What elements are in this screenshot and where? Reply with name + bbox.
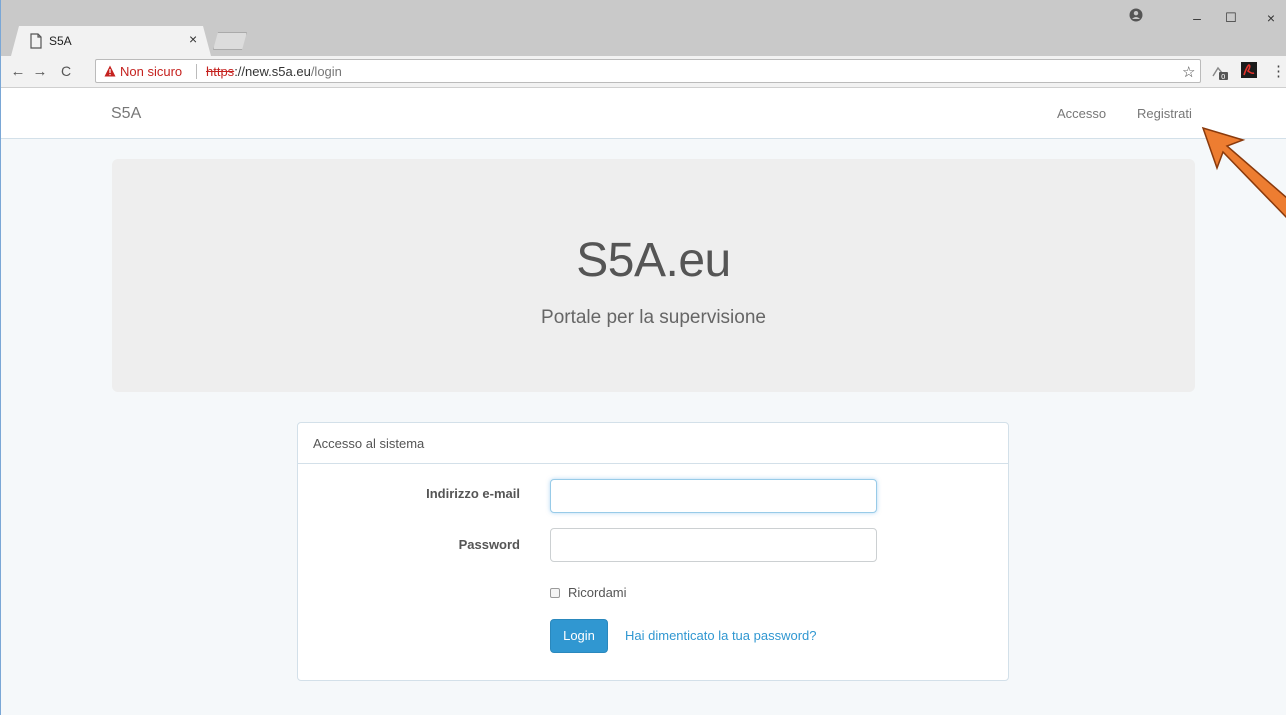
page-icon xyxy=(30,33,42,49)
nav-link-registrati[interactable]: Registrati xyxy=(1137,106,1192,121)
nav-link-accesso[interactable]: Accesso xyxy=(1057,106,1106,121)
extension-icon[interactable]: 0 xyxy=(1211,64,1229,80)
new-tab-button[interactable] xyxy=(213,32,247,50)
url-path: /login xyxy=(310,64,342,79)
maximize-button[interactable]: ☐ xyxy=(1221,10,1241,26)
acrobat-icon xyxy=(1243,64,1255,76)
site-navbar: S5A Accesso Registrati xyxy=(1,89,1286,139)
forward-button[interactable]: → xyxy=(31,63,49,80)
panel-title: Accesso al sistema xyxy=(313,436,425,451)
annotation-arrow-icon xyxy=(1201,126,1286,218)
address-separator xyxy=(196,64,197,79)
login-panel: Accesso al sistema Indirizzo e-mail Pass… xyxy=(297,422,1009,681)
tab-close-icon[interactable]: × xyxy=(189,31,197,47)
tab-strip: S5A × – ☐ × xyxy=(1,0,1286,56)
url-scheme: https xyxy=(206,64,235,79)
profile-icon[interactable] xyxy=(1129,8,1143,22)
remember-checkbox[interactable] xyxy=(550,588,560,598)
brand-link[interactable]: S5A xyxy=(111,105,141,123)
warning-icon xyxy=(104,65,116,77)
panel-heading: Accesso al sistema xyxy=(298,423,1008,464)
web-page: S5A Accesso Registrati S5A.eu Portale pe… xyxy=(1,89,1286,715)
browser-toolbar: ← → C Non sicuro https://new.s5a.eu/logi… xyxy=(1,56,1286,88)
reload-button[interactable]: C xyxy=(57,63,75,79)
password-label: Password xyxy=(458,537,520,552)
url-text[interactable]: https://new.s5a.eu/login xyxy=(206,64,342,79)
security-status[interactable]: Non sicuro xyxy=(120,64,182,79)
pdf-extension-icon[interactable] xyxy=(1241,62,1257,78)
bookmark-star-icon[interactable]: ☆ xyxy=(1182,63,1195,81)
back-button[interactable]: ← xyxy=(9,63,27,80)
login-button[interactable]: Login xyxy=(550,619,608,653)
address-bar[interactable]: Non sicuro https://new.s5a.eu/login ☆ xyxy=(95,59,1201,83)
email-field[interactable] xyxy=(550,479,877,513)
tab-title: S5A xyxy=(49,34,72,48)
url-host: ://new.s5a.eu xyxy=(234,64,311,79)
jumbotron-title: S5A.eu xyxy=(576,234,731,287)
forgot-password-link[interactable]: Hai dimenticato la tua password? xyxy=(625,628,817,643)
password-field[interactable] xyxy=(550,528,877,562)
email-label: Indirizzo e-mail xyxy=(426,486,520,501)
jumbotron: S5A.eu Portale per la supervisione xyxy=(112,159,1195,392)
browser-menu-icon[interactable]: ⋮ xyxy=(1271,62,1286,80)
close-window-button[interactable]: × xyxy=(1261,10,1281,26)
remember-label[interactable]: Ricordami xyxy=(568,585,627,600)
minimize-button[interactable]: – xyxy=(1187,10,1207,26)
browser-window: S5A × – ☐ × ← → C Non sicuro https://new… xyxy=(0,0,1286,715)
svg-text:0: 0 xyxy=(1221,73,1225,80)
jumbotron-subtitle: Portale per la supervisione xyxy=(541,307,766,328)
browser-tab[interactable]: S5A × xyxy=(11,26,211,56)
